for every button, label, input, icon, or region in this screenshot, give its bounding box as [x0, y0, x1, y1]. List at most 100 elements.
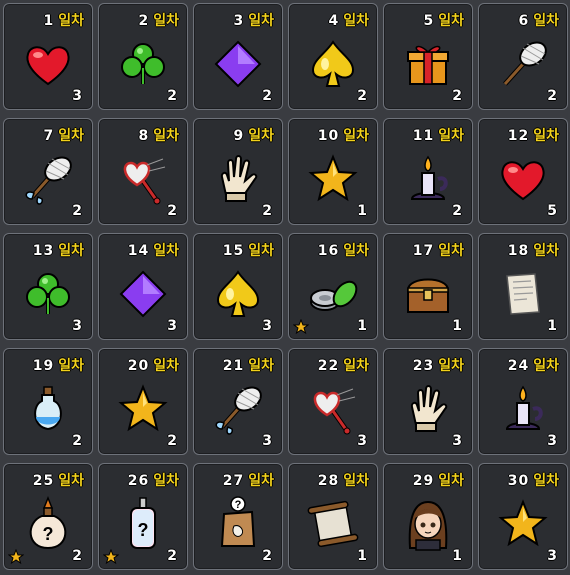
reward-quantity: 1	[452, 548, 462, 564]
day-number: 2	[138, 13, 150, 29]
star-icon	[303, 149, 363, 209]
spade-icon	[208, 264, 268, 324]
day-label: 6 일차	[518, 10, 559, 30]
reward-quantity: 3	[547, 433, 557, 449]
reward-cell-day-26[interactable]: 26 일차? 2	[98, 463, 188, 570]
star-icon	[493, 494, 553, 554]
reward-quantity: 3	[547, 548, 557, 564]
day-number: 19	[32, 358, 55, 374]
glove-icon	[208, 149, 268, 209]
day-unit: 일차	[153, 473, 179, 489]
day-label: 19 일차	[33, 355, 84, 375]
reward-quantity: 3	[357, 433, 367, 449]
day-label: 21 일차	[223, 355, 274, 375]
reward-quantity: 3	[72, 88, 82, 104]
reward-quantity: 1	[452, 318, 462, 334]
bug-net-icon	[493, 34, 553, 94]
reward-quantity: 1	[357, 548, 367, 564]
day-unit: 일차	[248, 128, 274, 144]
day-number: 3	[233, 13, 245, 29]
day-label: 14 일차	[128, 240, 179, 260]
reward-quantity: 2	[72, 548, 82, 564]
svg-text:?: ?	[138, 520, 149, 540]
heart-bug-net-icon	[303, 379, 363, 439]
day-label: 9 일차	[233, 125, 274, 145]
reward-cell-day-18[interactable]: 18 일차 1	[478, 233, 568, 340]
heart-icon	[18, 34, 78, 94]
day-number: 21	[222, 358, 245, 374]
reward-cell-day-7[interactable]: 7 일차 2	[3, 118, 93, 225]
reward-cell-day-2[interactable]: 2 일차 2	[98, 3, 188, 110]
day-unit: 일차	[58, 473, 84, 489]
mystery-bottle-icon: ?	[113, 494, 173, 554]
day-number: 8	[138, 128, 150, 144]
day-unit: 일차	[153, 13, 179, 29]
day-unit: 일차	[153, 128, 179, 144]
reward-cell-day-20[interactable]: 20 일차 2	[98, 348, 188, 455]
day-number: 12	[507, 128, 530, 144]
reward-cell-day-5[interactable]: 5 일차 2	[383, 3, 473, 110]
day-number: 28	[317, 473, 340, 489]
day-number: 13	[32, 243, 55, 259]
day-label: 24 일차	[508, 355, 559, 375]
reward-cell-day-17[interactable]: 17 일차 1	[383, 233, 473, 340]
day-number: 25	[32, 473, 55, 489]
reward-cell-day-13[interactable]: 13 일차 3	[3, 233, 93, 340]
reward-cell-day-23[interactable]: 23 일차 3	[383, 348, 473, 455]
day-number: 18	[507, 243, 530, 259]
reward-quantity: 5	[547, 203, 557, 219]
reward-cell-day-9[interactable]: 9 일차 2	[193, 118, 283, 225]
reward-cell-day-29[interactable]: 29 일차 1	[383, 463, 473, 570]
reward-cell-day-30[interactable]: 30 일차 3	[478, 463, 568, 570]
reward-cell-day-3[interactable]: 3 일차 2	[193, 3, 283, 110]
day-unit: 일차	[533, 243, 559, 259]
reward-cell-day-19[interactable]: 19 일차 2	[3, 348, 93, 455]
day-unit: 일차	[343, 128, 369, 144]
reward-cell-day-24[interactable]: 24 일차 3	[478, 348, 568, 455]
reward-cell-day-27[interactable]: 27 일차? 2	[193, 463, 283, 570]
reward-cell-day-6[interactable]: 6 일차 2	[478, 3, 568, 110]
reward-cell-day-22[interactable]: 22 일차 3	[288, 348, 378, 455]
day-label: 7 일차	[43, 125, 84, 145]
day-label: 4 일차	[328, 10, 369, 30]
reward-quantity: 1	[547, 318, 557, 334]
candle-icon	[398, 149, 458, 209]
reward-cell-day-11[interactable]: 11 일차 2	[383, 118, 473, 225]
reward-quantity: 1	[357, 318, 367, 334]
reward-cell-day-25[interactable]: 25 일차? 2	[3, 463, 93, 570]
reward-quantity: 2	[167, 203, 177, 219]
day-number: 14	[127, 243, 150, 259]
daily-reward-grid: 1 일차 3 2 일차 2 3 일차 2 4 일차 2 5 일차 2 6 일차 2 7 일차 2 8 일차 2 9 일차 2 10 일차…	[0, 0, 570, 575]
reward-quantity: 3	[262, 318, 272, 334]
day-unit: 일차	[438, 358, 464, 374]
reward-quantity: 2	[262, 548, 272, 564]
day-label: 22 일차	[318, 355, 369, 375]
day-label: 2 일차	[138, 10, 179, 30]
reward-cell-day-4[interactable]: 4 일차 2	[288, 3, 378, 110]
day-number: 20	[127, 358, 150, 374]
day-unit: 일차	[533, 473, 559, 489]
reward-cell-day-28[interactable]: 28 일차 1	[288, 463, 378, 570]
character-portrait-icon	[398, 494, 458, 554]
day-label: 5 일차	[423, 10, 464, 30]
small-star-icon	[293, 319, 309, 335]
reward-cell-day-16[interactable]: 16 일차 1	[288, 233, 378, 340]
reward-quantity: 2	[452, 203, 462, 219]
day-number: 7	[43, 128, 55, 144]
reward-cell-day-8[interactable]: 8 일차 2	[98, 118, 188, 225]
reward-quantity: 2	[167, 88, 177, 104]
day-unit: 일차	[438, 128, 464, 144]
day-unit: 일차	[438, 243, 464, 259]
day-unit: 일차	[248, 243, 274, 259]
day-unit: 일차	[58, 243, 84, 259]
reward-cell-day-1[interactable]: 1 일차 3	[3, 3, 93, 110]
reward-cell-day-10[interactable]: 10 일차 1	[288, 118, 378, 225]
day-label: 16 일차	[318, 240, 369, 260]
reward-cell-day-15[interactable]: 15 일차 3	[193, 233, 283, 340]
reward-cell-day-12[interactable]: 12 일차 5	[478, 118, 568, 225]
day-number: 15	[222, 243, 245, 259]
reward-quantity: 2	[72, 203, 82, 219]
reward-cell-day-14[interactable]: 14 일차 3	[98, 233, 188, 340]
reward-cell-day-21[interactable]: 21 일차 3	[193, 348, 283, 455]
day-label: 29 일차	[413, 470, 464, 490]
